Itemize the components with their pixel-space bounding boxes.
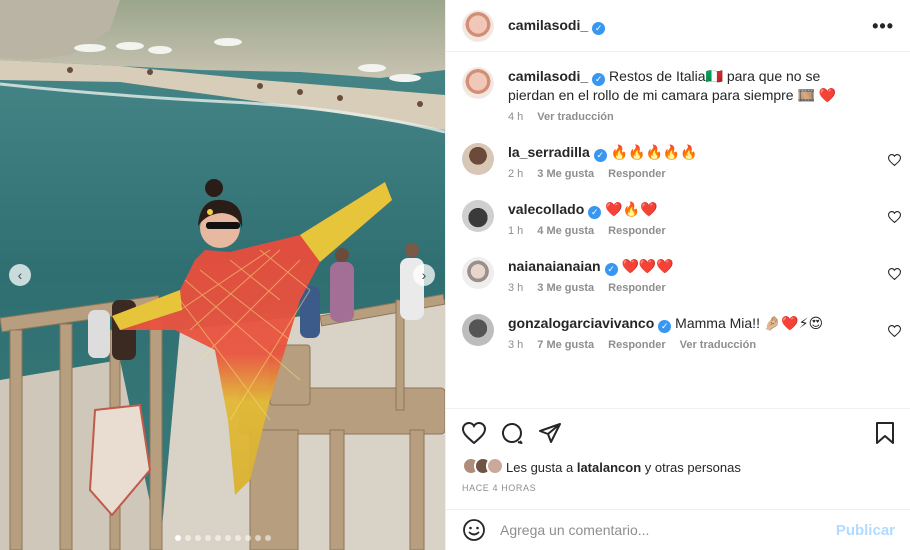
comment-username[interactable]: naianaianaian (508, 258, 601, 274)
reply-button[interactable]: Responder (608, 225, 665, 237)
chevron-left-icon: ‹ (17, 267, 23, 283)
comment-username[interactable]: la_serradilla (508, 144, 590, 160)
comment-likes[interactable]: 3 Me gusta (537, 168, 594, 180)
comment-time[interactable]: 3 h (508, 339, 523, 351)
verified-badge-icon: ✓ (592, 21, 606, 35)
share-send-icon[interactable] (538, 422, 562, 444)
comment-like-heart-icon[interactable] (888, 325, 901, 337)
verified-badge-icon: ✓ (604, 263, 618, 276)
comment-username[interactable]: valecollado (508, 201, 584, 217)
save-bookmark-icon[interactable] (875, 422, 895, 444)
comment-likes[interactable]: 4 Me gusta (537, 225, 594, 237)
carousel-dot (184, 535, 191, 541)
comment-item: gonzalogarciavivanco ✓ Mamma Mia!! 🤌🏼❤️⚡😍… (446, 314, 910, 351)
comment-likes[interactable]: 3 Me gusta (537, 282, 594, 294)
post-comment-button[interactable]: Publicar (836, 522, 895, 539)
comment-like-heart-icon[interactable] (888, 211, 901, 223)
carousel-dot (194, 535, 201, 541)
emoji-smiley-icon[interactable] (462, 518, 486, 542)
comments-list[interactable]: camilasodi_ ✓ Restos de Italia🇮🇹 para que… (446, 53, 910, 408)
comment-username[interactable]: gonzalogarciavivanco (508, 315, 654, 331)
likes-summary[interactable]: Les gusta a latalancon y otras personas (462, 457, 895, 477)
verified-badge-icon: ✓ (658, 320, 672, 333)
comment-translate-link[interactable]: Ver traducción (680, 339, 756, 351)
liker-avatars (462, 457, 506, 477)
caption-username[interactable]: camilasodi_ (508, 68, 588, 84)
carousel-dot (214, 535, 221, 541)
carousel-dot (224, 535, 231, 541)
carousel-dot (254, 535, 261, 541)
carousel-prev-button[interactable]: ‹ (9, 264, 31, 286)
comment-time[interactable]: 3 h (508, 282, 523, 294)
carousel-next-button[interactable]: › (413, 264, 435, 286)
comment-text: 🔥🔥🔥🔥🔥 (610, 144, 698, 160)
caption-translate-link[interactable]: Ver traducción (537, 111, 613, 123)
verified-badge-icon: ✓ (592, 73, 606, 86)
caption-time[interactable]: 4 h (508, 111, 523, 123)
reply-button[interactable]: Responder (608, 168, 665, 180)
carousel-dot (174, 535, 181, 541)
liker-username[interactable]: latalancon (577, 460, 641, 475)
like-heart-icon[interactable] (462, 422, 486, 444)
comment-likes[interactable]: 7 Me gusta (537, 339, 594, 351)
comment-text: ❤️🔥❤️ (605, 201, 658, 217)
post-photo[interactable]: ‹ › (0, 0, 445, 550)
caption: camilasodi_ ✓ Restos de Italia🇮🇹 para que… (446, 53, 910, 123)
carousel-indicator (0, 535, 445, 541)
beach-photo-illustration (0, 0, 445, 550)
comment-item: la_serradilla ✓ 🔥🔥🔥🔥🔥 2 h 3 Me gusta Resp… (446, 143, 910, 180)
post-header: camilasodi_ ✓ ••• (446, 0, 910, 52)
comment-time[interactable]: 1 h (508, 225, 523, 237)
verified-badge-icon: ✓ (593, 149, 607, 162)
chevron-right-icon: › (421, 267, 427, 283)
carousel-dot (204, 535, 211, 541)
carousel-dot (264, 535, 271, 541)
carousel-dot (244, 535, 251, 541)
commenter-avatar[interactable] (462, 200, 494, 232)
comment-text: ❤️❤️❤️ (621, 258, 674, 274)
comment-like-heart-icon[interactable] (888, 154, 901, 166)
comment-text: Mamma Mia!! 🤌🏼❤️⚡😍 (675, 315, 824, 331)
carousel-dot (234, 535, 241, 541)
comments-fade (446, 398, 910, 408)
verified-badge-icon: ✓ (588, 206, 602, 219)
reply-button[interactable]: Responder (608, 339, 665, 351)
likes-prefix: Les gusta a (506, 459, 574, 475)
add-comment-input[interactable]: Agrega un comentario... (500, 522, 649, 538)
post-timestamp: HACE 4 HORAS (462, 483, 537, 493)
commenter-avatar[interactable] (462, 314, 494, 346)
author-username[interactable]: camilasodi_ ✓ (508, 17, 606, 35)
likes-suffix[interactable]: y otras personas (645, 460, 741, 475)
comment-item: valecollado ✓ ❤️🔥❤️ 1 h 4 Me gusta Respon… (446, 200, 910, 237)
author-username-text[interactable]: camilasodi_ (508, 17, 588, 33)
commenter-avatar[interactable] (462, 257, 494, 289)
author-avatar[interactable] (462, 9, 494, 42)
more-options-icon[interactable]: ••• (872, 17, 894, 35)
post-actions: Les gusta a latalancon y otras personas … (446, 408, 910, 493)
comment-like-heart-icon[interactable] (888, 268, 901, 280)
comment-bubble-icon[interactable] (500, 421, 524, 445)
comment-time[interactable]: 2 h (508, 168, 523, 180)
reply-button[interactable]: Responder (608, 282, 665, 294)
add-comment-bar: Agrega un comentario... Publicar (446, 509, 910, 550)
commenter-avatar[interactable] (462, 143, 494, 175)
comment-item: naianaianaian ✓ ❤️❤️❤️ 3 h 3 Me gusta Res… (446, 257, 910, 294)
caption-avatar[interactable] (462, 67, 494, 99)
post-details-panel: camilasodi_ ✓ ••• camilasodi_ ✓ Restos de … (445, 0, 910, 550)
